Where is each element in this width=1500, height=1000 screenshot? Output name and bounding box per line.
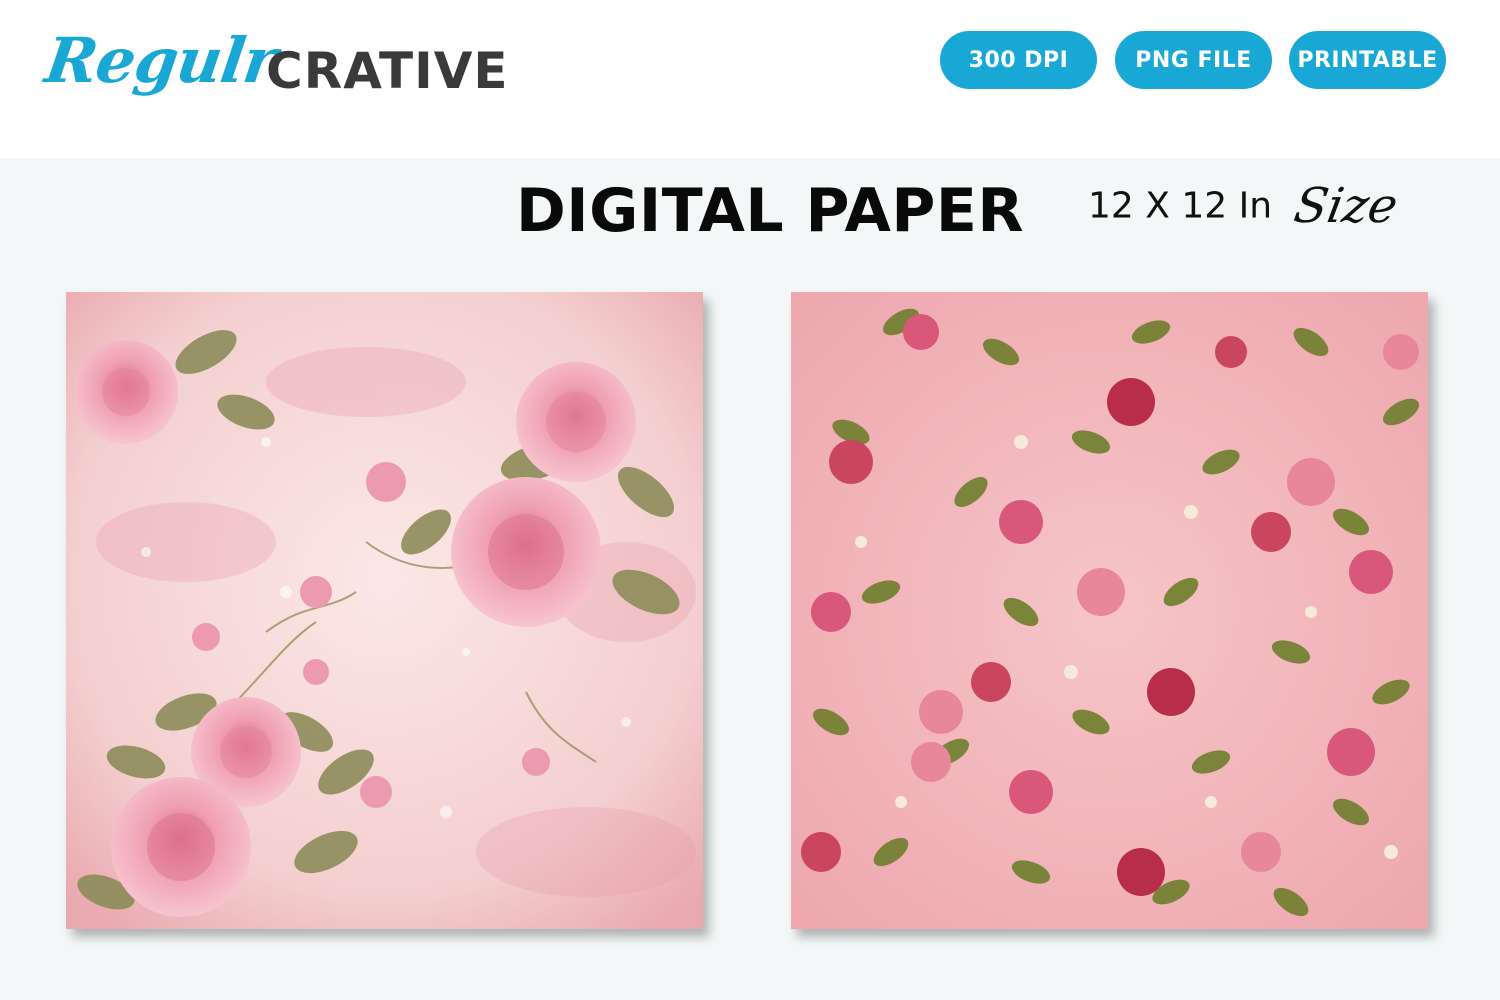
badge-dpi-label: 300 DPI bbox=[968, 47, 1069, 73]
badge-printable: PRINTABLE bbox=[1289, 31, 1446, 89]
size-label: 12 X 12 In Size bbox=[1088, 178, 1401, 234]
logo-script-text: Regulr bbox=[40, 24, 281, 97]
size-script-word: Size bbox=[1289, 178, 1402, 234]
digital-paper-preview-small-roses bbox=[791, 292, 1428, 929]
digital-paper-preview-large-roses bbox=[66, 292, 703, 929]
page-title: DIGITAL PAPER bbox=[516, 176, 1025, 246]
header: Regulr CRATIVE 300 DPI PNG FILE PRINTABL… bbox=[0, 0, 1500, 158]
badge-file-type: PNG FILE bbox=[1115, 31, 1272, 89]
rose-pattern-small bbox=[791, 292, 1428, 929]
size-dimensions: 12 X 12 In bbox=[1088, 185, 1273, 227]
badge-file-type-label: PNG FILE bbox=[1135, 47, 1252, 73]
rose-pattern-large bbox=[66, 292, 703, 929]
logo-block-text: CRATIVE bbox=[266, 42, 509, 100]
badge-dpi: 300 DPI bbox=[940, 31, 1097, 89]
badge-printable-label: PRINTABLE bbox=[1297, 47, 1438, 73]
